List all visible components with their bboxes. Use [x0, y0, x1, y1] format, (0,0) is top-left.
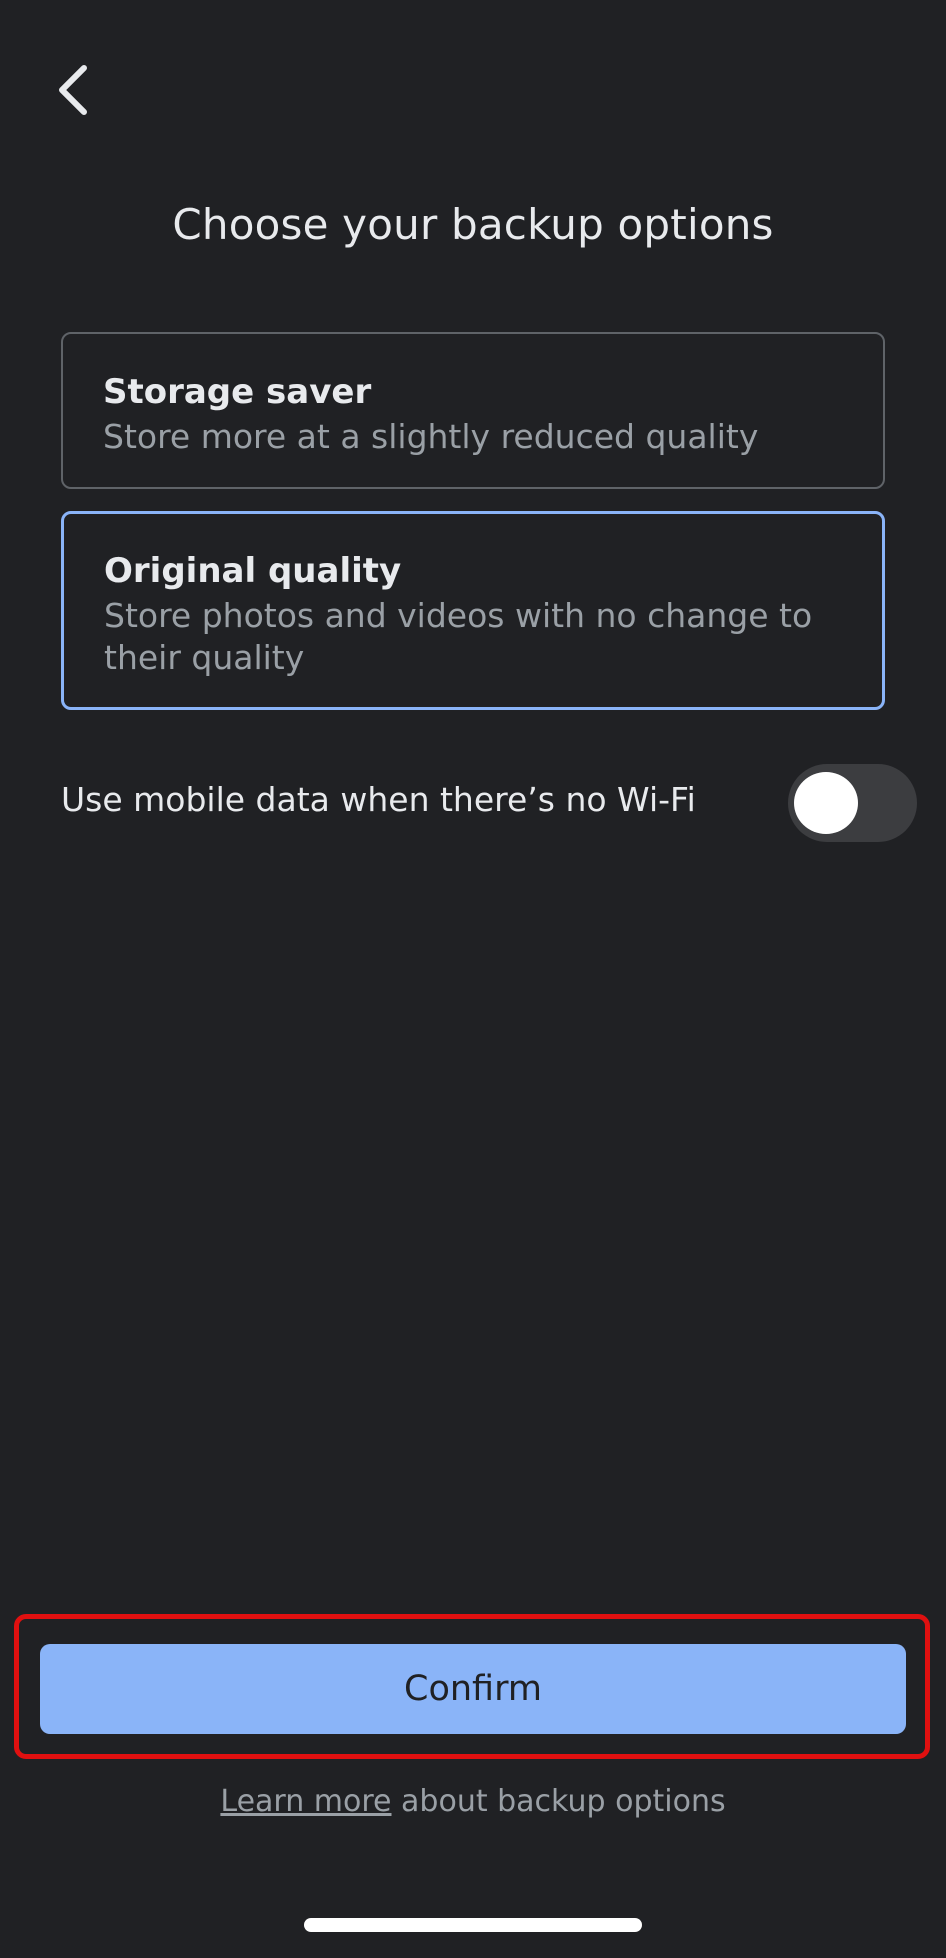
chevron-left-icon — [59, 65, 87, 115]
mobile-data-toggle[interactable] — [788, 764, 917, 842]
option-description: Store more at a slightly reduced quality — [103, 417, 759, 456]
option-title: Storage saver — [103, 372, 372, 412]
mobile-data-row: Use mobile data when there’s no Wi-Fi — [61, 760, 917, 842]
page-title: Choose your backup options — [172, 200, 774, 249]
learn-more-row: Learn more about backup options — [0, 1784, 946, 1819]
storage-saver-option[interactable]: Storage saver Store more at a slightly r… — [61, 332, 885, 489]
mobile-data-label: Use mobile data when there’s no Wi-Fi — [61, 780, 696, 819]
learn-more-suffix: about backup options — [391, 1784, 726, 1819]
toggle-knob — [794, 772, 858, 834]
learn-more-link[interactable]: Learn more — [220, 1784, 391, 1819]
option-title: Original quality — [104, 551, 402, 591]
back-button[interactable] — [46, 62, 98, 118]
confirm-button[interactable]: Confirm — [40, 1644, 906, 1734]
home-indicator — [304, 1918, 642, 1932]
option-description: Store photos and videos with no change t… — [104, 596, 813, 677]
original-quality-option[interactable]: Original quality Store photos and videos… — [61, 511, 885, 710]
